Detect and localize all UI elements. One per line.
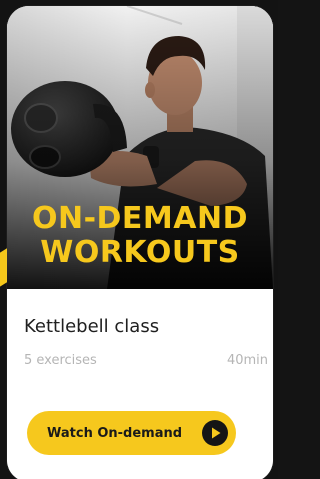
class-title: Kettlebell class bbox=[24, 316, 160, 337]
workout-card[interactable]: ON-DEMAND WORKOUTS Kettlebell class 5 ex… bbox=[7, 6, 273, 479]
hero-image: ON-DEMAND WORKOUTS bbox=[7, 6, 273, 289]
exercise-count: 5 exercises bbox=[24, 353, 97, 368]
watch-on-demand-button[interactable]: Watch On-demand bbox=[27, 411, 236, 455]
play-icon bbox=[202, 420, 228, 446]
hero-title-line-1: ON-DEMAND bbox=[31, 201, 249, 236]
watch-button-label: Watch On-demand bbox=[47, 425, 183, 441]
card-content: Kettlebell class 5 exercises 40min Watch… bbox=[7, 289, 273, 479]
hero-title: ON-DEMAND WORKOUTS bbox=[7, 202, 273, 270]
app-screen: ON-DEMAND WORKOUTS Kettlebell class 5 ex… bbox=[0, 0, 278, 479]
duration: 40min bbox=[226, 353, 268, 368]
hero-title-line-2: WORKOUTS bbox=[40, 235, 240, 270]
